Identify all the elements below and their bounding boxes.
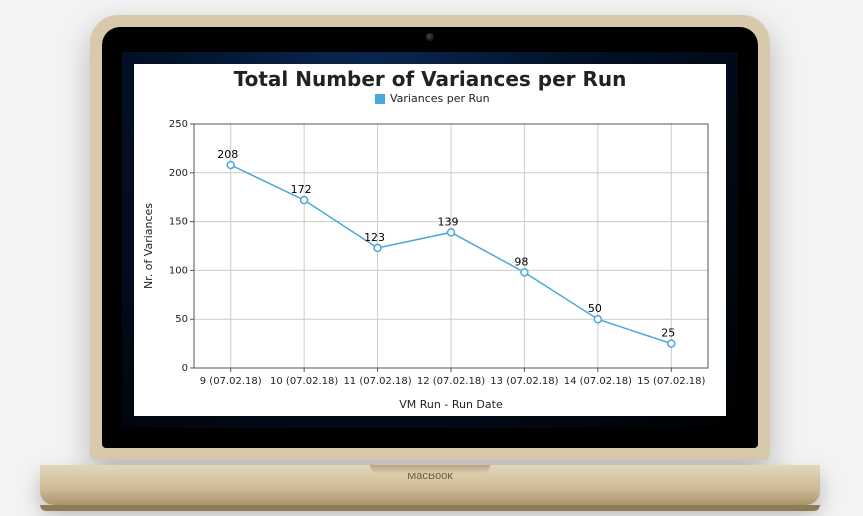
data-point — [521, 269, 528, 276]
data-label: 139 — [438, 215, 459, 228]
x-tick-label: 15 (07.02.18) — [637, 376, 705, 387]
data-label: 25 — [661, 327, 675, 340]
laptop-mockup: 0 50 100 150 200 250 9 (07.02.18) 10 (07.02.18)… — [90, 15, 770, 500]
x-tick-label: 10 (07.02.18) — [270, 376, 338, 387]
y-tick-label: 0 — [182, 363, 188, 374]
desktop-wallpaper: 0 50 100 150 200 250 9 (07.02.18) 10 (07.02.18)… — [122, 52, 738, 428]
x-tick-label: 9 (07.02.18) — [200, 376, 262, 387]
x-axis-label: VM Run - Run Date — [399, 398, 503, 411]
laptop-lid: 0 50 100 150 200 250 9 (07.02.18) 10 (07.02.18)… — [90, 15, 770, 460]
chart-window: 0 50 100 150 200 250 9 (07.02.18) 10 (07.02.18)… — [134, 64, 726, 416]
data-point — [594, 316, 601, 323]
laptop-feet — [40, 505, 820, 511]
data-label: 208 — [217, 148, 238, 161]
y-axis-label: Nr. of Variances — [142, 203, 155, 289]
data-point — [227, 161, 234, 168]
legend-label: Variances per Run — [390, 92, 490, 105]
y-tick-label: 50 — [175, 314, 188, 325]
y-tick-label: 100 — [169, 265, 188, 276]
data-point — [448, 229, 455, 236]
chart-title: Total Number of Variances per Run — [234, 67, 627, 91]
data-point — [301, 197, 308, 204]
data-label: 50 — [588, 302, 602, 315]
y-tick-label: 150 — [169, 217, 188, 228]
y-tick-label: 250 — [169, 119, 188, 130]
x-tick-label: 14 (07.02.18) — [564, 376, 632, 387]
data-label: 98 — [514, 255, 528, 268]
screen-bezel: 0 50 100 150 200 250 9 (07.02.18) 10 (07.02.18)… — [102, 27, 758, 448]
data-point — [374, 244, 381, 251]
x-tick-label: 13 (07.02.18) — [490, 376, 558, 387]
trackpad-notch — [370, 465, 490, 473]
y-tick-label: 200 — [169, 168, 188, 179]
data-label: 123 — [364, 231, 385, 244]
chart-canvas: 0 50 100 150 200 250 9 (07.02.18) 10 (07.02.18)… — [134, 64, 726, 416]
camera-icon — [426, 33, 434, 41]
x-tick-label: 11 (07.02.18) — [343, 376, 411, 387]
legend-swatch — [375, 94, 385, 104]
x-tick-label: 12 (07.02.18) — [417, 376, 485, 387]
data-label: 172 — [291, 183, 312, 196]
data-point — [668, 340, 675, 347]
laptop-hinge: MacBook — [40, 465, 820, 505]
